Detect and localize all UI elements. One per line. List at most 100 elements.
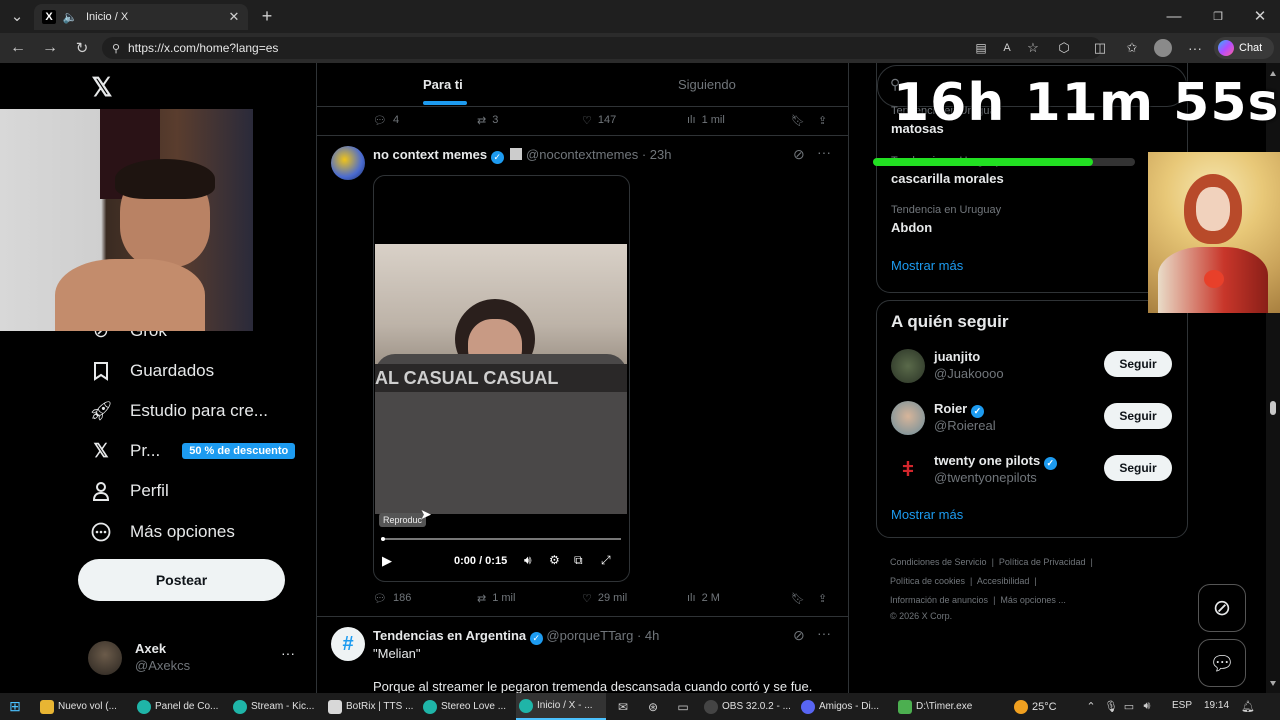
post-button[interactable]: Postear bbox=[78, 559, 285, 601]
like-button[interactable]: ♡ 29 mil bbox=[582, 592, 627, 605]
tab-following[interactable]: Siguiendo bbox=[678, 77, 736, 92]
browser-tab[interactable]: X 🔈 Inicio / X ✕ bbox=[34, 4, 248, 30]
tweet[interactable]: # Tendencias en Argentina ✓ @porqueTTarg… bbox=[317, 617, 848, 694]
forward-icon[interactable]: → bbox=[40, 38, 60, 58]
taskbar-item[interactable]: Panel de Co... bbox=[137, 693, 218, 720]
reply-button[interactable]: 💬︎ 186 bbox=[373, 592, 411, 605]
scroll-thumb[interactable] bbox=[1270, 401, 1276, 415]
more-icon[interactable]: ··· bbox=[817, 625, 831, 641]
avatar[interactable] bbox=[891, 349, 925, 383]
more-icon[interactable]: ··· bbox=[817, 144, 831, 160]
settings-gear-icon[interactable]: ⚙ bbox=[549, 553, 560, 567]
twenty-one-pilots-logo-icon[interactable]: ǂ bbox=[891, 453, 925, 487]
back-icon[interactable]: ← bbox=[8, 38, 28, 58]
share-icon[interactable]: ⇪ bbox=[818, 114, 827, 127]
windows-start-icon[interactable]: ⊞ bbox=[6, 697, 24, 715]
grok-icon[interactable]: ⊘ bbox=[793, 627, 805, 644]
tab-for-you[interactable]: Para ti bbox=[423, 77, 463, 92]
sidebar-item-more[interactable]: Más opciones bbox=[90, 514, 235, 550]
close-window-icon[interactable]: ✕ bbox=[1248, 6, 1272, 26]
tweet[interactable]: no context memes ✓ @nocontextmemes · 23h… bbox=[317, 136, 848, 616]
trends-show-more-link[interactable]: Mostrar más bbox=[891, 258, 963, 273]
account-switcher[interactable]: Axek @Axekcs ··· bbox=[78, 633, 308, 679]
footer-link[interactable]: Política de cookies bbox=[890, 576, 965, 586]
extensions-icon[interactable]: ⬡ bbox=[1054, 38, 1074, 58]
follow-button[interactable]: Seguir bbox=[1104, 351, 1172, 377]
sidebar-item-premium[interactable]: 𝕏 Pr... 50 % de descuento bbox=[90, 433, 296, 469]
reload-icon[interactable]: ↻ bbox=[72, 38, 92, 58]
follow-suggestion[interactable]: Roier ✓ @Roiereal Seguir bbox=[877, 397, 1187, 449]
footer-link[interactable]: Política de Privacidad bbox=[999, 557, 1086, 567]
read-aloud-icon[interactable]: A bbox=[998, 39, 1016, 57]
minimize-icon[interactable]: — bbox=[1162, 6, 1186, 26]
author-name[interactable]: no context memes bbox=[373, 147, 487, 162]
bookmark-icon[interactable]: 🔖︎ bbox=[791, 592, 805, 605]
grok-icon[interactable]: ⊘ bbox=[793, 146, 805, 163]
author-handle[interactable]: @nocontextmemes bbox=[526, 147, 638, 162]
follow-button[interactable]: Seguir bbox=[1104, 403, 1172, 429]
split-screen-icon[interactable]: ◫ bbox=[1090, 38, 1110, 58]
user-name[interactable]: twenty one pilots bbox=[934, 453, 1040, 468]
tweet-time[interactable]: · 23h bbox=[642, 147, 672, 162]
play-icon[interactable]: ▶ bbox=[382, 553, 392, 569]
scroll-down-icon[interactable] bbox=[1270, 681, 1276, 686]
favorite-star-icon[interactable]: ☆ bbox=[1024, 39, 1042, 57]
mail-icon[interactable]: ✉ bbox=[614, 698, 632, 716]
taskbar-item[interactable]: Nuevo vol (... bbox=[40, 693, 117, 720]
clock[interactable]: 19:14 bbox=[1204, 700, 1229, 711]
user-name[interactable]: Roier bbox=[934, 401, 967, 416]
speaker-icon[interactable]: 🔈 bbox=[62, 8, 78, 26]
hashtag-avatar-icon[interactable]: # bbox=[331, 627, 365, 661]
site-info-icon[interactable]: ⚲ bbox=[108, 40, 124, 56]
views-button[interactable]: ılı 2 M bbox=[687, 592, 720, 604]
volume-icon[interactable]: 🔊︎ bbox=[524, 553, 532, 568]
follow-show-more-link[interactable]: Mostrar más bbox=[891, 507, 963, 522]
footer-link[interactable]: Más opciones ... bbox=[1000, 595, 1066, 605]
taskbar-item-active[interactable]: Inicio / X - ... bbox=[516, 693, 606, 720]
language-indicator[interactable]: ESP bbox=[1172, 700, 1192, 711]
user-name[interactable]: juanjito bbox=[934, 349, 980, 364]
more-menu-icon[interactable]: ··· bbox=[1184, 38, 1206, 58]
profile-avatar-icon[interactable] bbox=[1154, 39, 1172, 57]
x-logo-icon[interactable]: 𝕏 bbox=[88, 72, 116, 102]
taskbar-item[interactable]: D:\Timer.exe bbox=[898, 693, 972, 720]
tab-list-chevron-icon[interactable]: ⌄ bbox=[6, 6, 28, 26]
author-handle[interactable]: @porqueTTarg bbox=[546, 628, 633, 643]
share-icon[interactable]: ⇪ bbox=[818, 592, 827, 605]
video-progress-track[interactable] bbox=[381, 538, 621, 540]
video-player[interactable]: AL CASUAL CASUAL Reproduc ➤ ▶ 0:00 / 0:1… bbox=[373, 175, 630, 582]
pip-icon[interactable]: ⧉ bbox=[574, 553, 583, 568]
favorites-icon[interactable]: ✩ bbox=[1122, 38, 1142, 58]
notifications-bell-icon[interactable]: 🔔︎ bbox=[1240, 698, 1256, 714]
tray-chevron-icon[interactable]: ⌃ bbox=[1084, 698, 1098, 714]
trend-item[interactable]: Tendencia en Uruguay Abdon bbox=[891, 204, 1171, 240]
messages-float-icon[interactable]: 💬︎ bbox=[1198, 639, 1246, 687]
taskbar-item[interactable]: Amigos - Di... bbox=[801, 693, 879, 720]
sidebar-item-profile[interactable]: Perfil bbox=[90, 473, 169, 509]
terminal-icon[interactable]: ▭ bbox=[674, 698, 692, 716]
bookmark-icon[interactable]: 🔖︎ bbox=[791, 114, 805, 127]
sidebar-item-bookmarks[interactable]: Guardados bbox=[90, 353, 214, 389]
close-tab-icon[interactable]: ✕ bbox=[226, 8, 242, 26]
chatgpt-icon[interactable]: ⊛ bbox=[644, 698, 662, 716]
grok-float-icon[interactable]: ⊘ bbox=[1198, 584, 1246, 632]
repost-button[interactable]: ⇄ 3 bbox=[477, 114, 498, 127]
maximize-icon[interactable]: ❐ bbox=[1206, 6, 1230, 26]
video-progress-handle[interactable] bbox=[381, 537, 385, 541]
new-tab-icon[interactable]: + bbox=[256, 6, 278, 26]
taskbar-item[interactable]: OBS 32.0.2 - ... bbox=[704, 693, 791, 720]
address-field[interactable]: ⚲ https://x.com/home?lang=es ▤ A ☆ bbox=[102, 37, 1102, 59]
footer-link[interactable]: Accesibilidad bbox=[977, 576, 1030, 586]
follow-suggestion[interactable]: juanjito @Juakoooo Seguir bbox=[877, 345, 1187, 397]
network-icon[interactable]: ▭ bbox=[1122, 698, 1136, 714]
weather-widget[interactable]: 25°C bbox=[1014, 693, 1057, 720]
views-button[interactable]: ılı 1 mil bbox=[687, 114, 725, 126]
tweet-time[interactable]: · 4h bbox=[637, 628, 659, 643]
fullscreen-icon[interactable]: ⤢ bbox=[601, 553, 611, 568]
reader-view-icon[interactable]: ▤ bbox=[972, 39, 990, 57]
reply-button[interactable]: 💬︎ 4 bbox=[373, 114, 399, 127]
avatar[interactable] bbox=[891, 401, 925, 435]
avatar[interactable] bbox=[331, 146, 365, 180]
sidebar-item-creator-studio[interactable]: 🚀︎ Estudio para cre... bbox=[89, 393, 268, 429]
footer-link[interactable]: Condiciones de Servicio bbox=[890, 557, 987, 567]
